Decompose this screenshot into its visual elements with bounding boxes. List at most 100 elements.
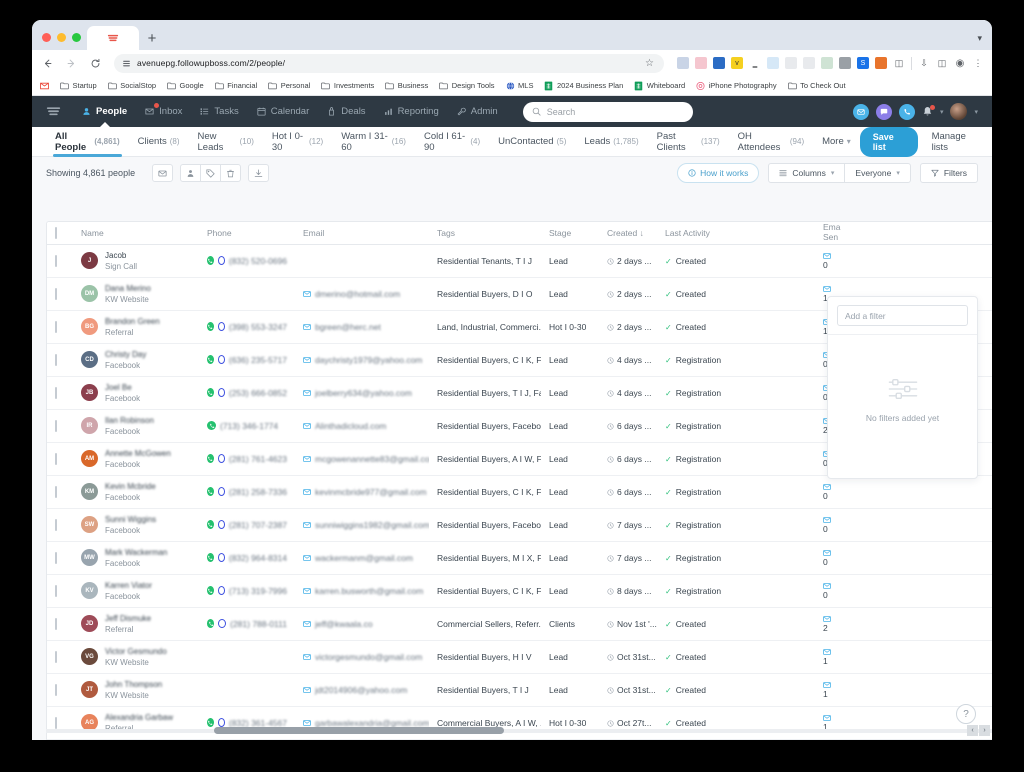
phone-cell[interactable]: [199, 277, 295, 311]
name-cell[interactable]: JB Joel Be Facebook: [73, 376, 199, 410]
sms-icon[interactable]: [207, 421, 216, 430]
phone-cell[interactable]: (281) 761-4623: [199, 442, 295, 476]
chevron-down-icon[interactable]: ▾: [940, 108, 944, 116]
name-cell[interactable]: CD Christy Day Facebook: [73, 343, 199, 377]
nav-item-people[interactable]: People: [73, 96, 136, 127]
nav-item-inbox[interactable]: Inbox: [136, 96, 191, 127]
close-window-button[interactable]: [42, 33, 51, 42]
address-bar[interactable]: avenuepg.followupboss.com/2/people/ ☆: [114, 53, 664, 73]
dialer-icon[interactable]: [217, 256, 225, 265]
name-cell[interactable]: BG Brandon Green Referral: [73, 310, 199, 344]
email-cell[interactable]: joelberry634@yahoo.com: [295, 376, 429, 410]
scroll-left-button[interactable]: ‹: [967, 725, 978, 736]
email-icon[interactable]: [823, 681, 853, 689]
tags-cell[interactable]: Commercial Sellers, Referr...: [429, 607, 541, 641]
table-row[interactable]: KV Karren Viator Facebook (713) 319-7996 kar…: [47, 574, 992, 608]
phone-cell[interactable]: [199, 640, 295, 674]
email-icon[interactable]: [303, 290, 311, 298]
sms-icon[interactable]: [207, 322, 214, 331]
row-checkbox[interactable]: [55, 518, 57, 531]
name-cell[interactable]: J Jacob Sign Call: [73, 244, 199, 278]
row-select-cell[interactable]: [47, 376, 73, 410]
stage-cell[interactable]: Lead: [541, 376, 599, 410]
email-cell[interactable]: kevinmcbride977@gmail.com: [295, 475, 429, 509]
tags-cell[interactable]: Residential Tenants, T I J: [429, 244, 541, 278]
row-select-cell[interactable]: [47, 310, 73, 344]
scrollbar-thumb[interactable]: [214, 727, 504, 734]
tags-cell[interactable]: Residential Buyers, C I K, F...: [429, 343, 541, 377]
bookmark-2024-business-plan[interactable]: 2024 Business Plan: [544, 81, 623, 90]
nav-item-admin[interactable]: Admin: [448, 96, 507, 127]
name-cell[interactable]: JD Jeff Dismuke Referral: [73, 607, 199, 641]
stage-cell[interactable]: Lead: [541, 640, 599, 674]
script-icon[interactable]: ‗: [749, 57, 761, 69]
stage-cell[interactable]: Lead: [541, 343, 599, 377]
bell-icon[interactable]: [922, 105, 935, 117]
row-checkbox[interactable]: [55, 650, 57, 663]
image-icon[interactable]: [821, 57, 833, 69]
row-select-cell[interactable]: [47, 475, 73, 509]
phone-cell[interactable]: (713) 346-1774: [199, 409, 295, 443]
tabstrip-chevron-icon[interactable]: ▾: [977, 33, 992, 50]
email-cell[interactable]: sunniwiggins1982@gmail.com: [295, 508, 429, 542]
phone-cell[interactable]: (281) 258-7336: [199, 475, 295, 509]
stage-cell[interactable]: Hot I 0-30: [541, 310, 599, 344]
horizontal-scrollbar[interactable]: ‹ ›: [46, 725, 992, 736]
email-icon[interactable]: [823, 285, 853, 293]
table-row[interactable]: JT John Thompson KW Website jdt2014906@yaho…: [47, 673, 992, 707]
list-tab-all-people[interactable]: All People (4,861): [46, 127, 129, 157]
email-cell[interactable]: victorgesmundo@gmail.com: [295, 640, 429, 674]
email-icon[interactable]: [823, 714, 853, 722]
name-cell[interactable]: IR Ilan Robinson Facebook: [73, 409, 199, 443]
nav-item-deals[interactable]: Deals: [318, 96, 374, 127]
column-header-tags[interactable]: Tags: [429, 222, 541, 245]
stage-cell[interactable]: Lead: [541, 475, 599, 509]
email-icon[interactable]: [823, 648, 853, 656]
name-cell[interactable]: KM Kevin Mcbride Facebook: [73, 475, 199, 509]
stage-cell[interactable]: Lead: [541, 673, 599, 707]
dialer-icon[interactable]: [217, 388, 225, 397]
email-icon[interactable]: [823, 483, 853, 491]
everyone-dropdown[interactable]: Everyone ▾: [844, 163, 911, 183]
new-tab-button[interactable]: +: [139, 26, 165, 50]
email-cell[interactable]: bgreen@herc.net: [295, 310, 429, 344]
columns-dropdown[interactable]: Columns ▾: [768, 163, 846, 183]
email-icon[interactable]: [303, 488, 311, 496]
list-tab-leads[interactable]: Leads (1,785): [575, 127, 647, 157]
row-checkbox[interactable]: [55, 617, 57, 630]
tags-cell[interactable]: Residential Buyers, Facebo...: [429, 409, 541, 443]
stage-cell[interactable]: Lead: [541, 277, 599, 311]
forward-icon[interactable]: [64, 56, 79, 71]
stage-cell[interactable]: Lead: [541, 574, 599, 608]
email-icon[interactable]: [823, 549, 853, 557]
phone-cell[interactable]: (281) 707-2387: [199, 508, 295, 542]
email-icon[interactable]: [303, 521, 311, 529]
bookmark-gmail[interactable]: [40, 81, 49, 90]
dialer-icon[interactable]: [217, 454, 225, 463]
email-icon[interactable]: [303, 653, 311, 661]
row-checkbox[interactable]: [55, 485, 57, 498]
menu-icon[interactable]: ⋮: [972, 57, 984, 69]
email-icon[interactable]: [303, 455, 311, 463]
email-icon[interactable]: [303, 686, 311, 694]
name-cell[interactable]: AM Annette McGowen Facebook: [73, 442, 199, 476]
email-icon[interactable]: [303, 356, 311, 364]
bookmark-star-icon[interactable]: ☆: [645, 58, 656, 69]
maximize-window-button[interactable]: [72, 33, 81, 42]
assign-button[interactable]: [180, 164, 202, 182]
bookmark-whiteboard[interactable]: Whiteboard: [634, 81, 685, 90]
phone-cell[interactable]: (713) 319-7996: [199, 574, 295, 608]
list-tab-hot-0-30[interactable]: Hot I 0-30 (12): [263, 127, 332, 157]
bookmark-business[interactable]: Business: [385, 81, 428, 90]
envelope-icon[interactable]: [852, 103, 869, 120]
reload-icon[interactable]: [88, 56, 103, 71]
tag-button[interactable]: [200, 164, 222, 182]
stage-cell[interactable]: Lead: [541, 508, 599, 542]
followupboss-logo[interactable]: [46, 105, 61, 118]
pocket-icon[interactable]: [695, 57, 707, 69]
dialer-icon[interactable]: [217, 553, 225, 562]
site-settings-icon[interactable]: [122, 59, 131, 68]
stage-cell[interactable]: Lead: [541, 409, 599, 443]
sms-icon[interactable]: [207, 454, 214, 463]
tags-cell[interactable]: Residential Buyers, C I K, F...: [429, 475, 541, 509]
